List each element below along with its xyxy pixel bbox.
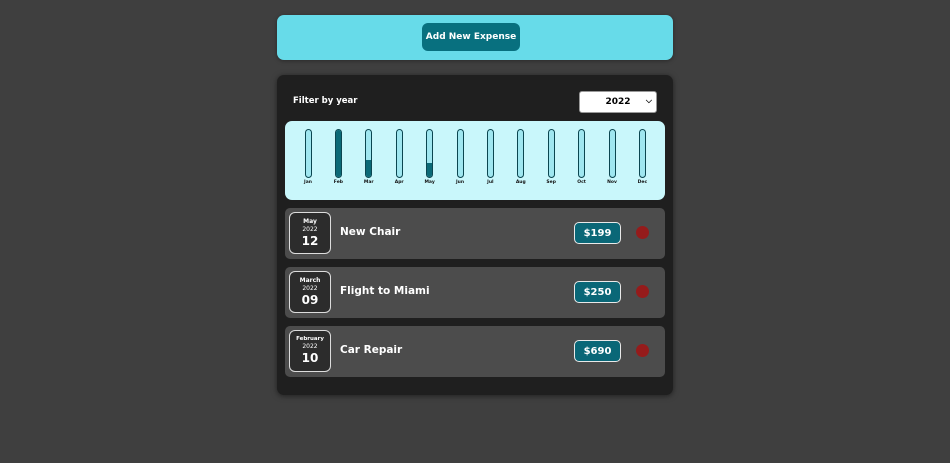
chart-bar-track [638,129,646,178]
expense-title: New Chair [340,226,401,238]
expense-month: May [303,218,317,225]
expense-date: May 2022 12 [289,212,331,254]
chart-bar-track [365,129,373,178]
chart-bar-label: Apr [394,180,404,185]
year-select-value: 2022 [605,97,631,107]
chart-bar-label: Oct [577,180,586,185]
expense-item: February 2022 10 Car Repair $690 [285,326,665,377]
expense-item: March 2022 09 Flight to Miami $250 [285,267,665,318]
expense-month: March [299,277,321,284]
chart-bar-fill [366,160,372,177]
expense-year: 2022 [302,285,318,292]
chart-bar-track [334,129,342,178]
chart-bar-sep: Sep [546,129,556,185]
chart-bar-fill [427,163,433,177]
delete-icon[interactable] [636,226,649,239]
chart-bar-label: Feb [333,180,343,185]
chevron-down-icon: ⌵ [645,96,652,105]
expense-amount: $250 [574,281,621,303]
chart-bar-label: Dec [637,180,648,185]
expense-month: February [296,336,324,342]
chart-bar-track [608,129,616,178]
expense-title: Flight to Miami [340,285,430,297]
chart-bar-track [547,129,555,178]
chart-bar-aug: Aug [516,129,526,185]
expense-date: February 2022 10 [289,330,331,372]
expense-day: 10 [301,351,319,365]
delete-icon[interactable] [636,285,649,298]
chart-bar-nov: Nov [607,129,617,185]
chart-bar-oct: Oct [577,129,587,185]
chart-bar-label: Nov [607,180,617,185]
add-new-expense-button[interactable]: Add New Expense [422,23,520,51]
expense-day: 12 [301,234,319,248]
expense-year: 2022 [302,226,318,233]
expense-amount: $690 [574,340,621,362]
chart-bar-mar: Mar [364,129,374,185]
chart-bar-track [456,129,464,178]
expenses-chart: Jan Feb Mar Apr May Jun Jul Aug Sep Oct Nov Dec [285,121,665,200]
chart-bar-track [304,129,312,178]
new-expense-bar: Add New Expense [277,15,673,60]
expense-amount: $199 [574,222,621,244]
chart-bar-track [517,129,525,178]
chart-bar-dec: Dec [637,129,647,185]
expense-date: March 2022 09 [289,271,331,313]
chart-bar-jun: Jun [455,129,465,185]
expense-item: May 2022 12 New Chair $199 [285,208,665,259]
chart-bar-label: Jun [455,180,465,185]
chart-bar-label: Aug [515,180,526,185]
chart-bar-label: Jan [304,180,312,185]
chart-bar-track [395,129,403,178]
chart-bar-fill [335,130,341,177]
filter-label: Filter by year [293,96,358,106]
chart-bar-label: May [424,180,435,185]
chart-bar-track [486,129,494,178]
chart-bar-feb: Feb [333,129,343,185]
year-select[interactable]: 2022 ⌵ [579,91,657,113]
chart-bar-track [578,129,586,178]
expenses-panel: Filter by year 2022 ⌵ Jan Feb Mar Apr May Jun… [277,75,673,395]
expense-title: Car Repair [340,344,403,356]
chart-bar-label: Sep [546,180,556,185]
chart-bar-track [426,129,434,178]
chart-bar-may: May [424,129,435,185]
delete-icon[interactable] [636,344,649,357]
chart-bar-apr: Apr [394,129,404,185]
expense-year: 2022 [302,343,318,350]
chart-bar-jul: Jul [485,129,495,185]
expense-day: 09 [301,293,319,307]
chart-bar-label: Mar [363,180,374,185]
chart-bar-jan: Jan [303,129,313,185]
chart-bar-label: Jul [487,180,494,185]
